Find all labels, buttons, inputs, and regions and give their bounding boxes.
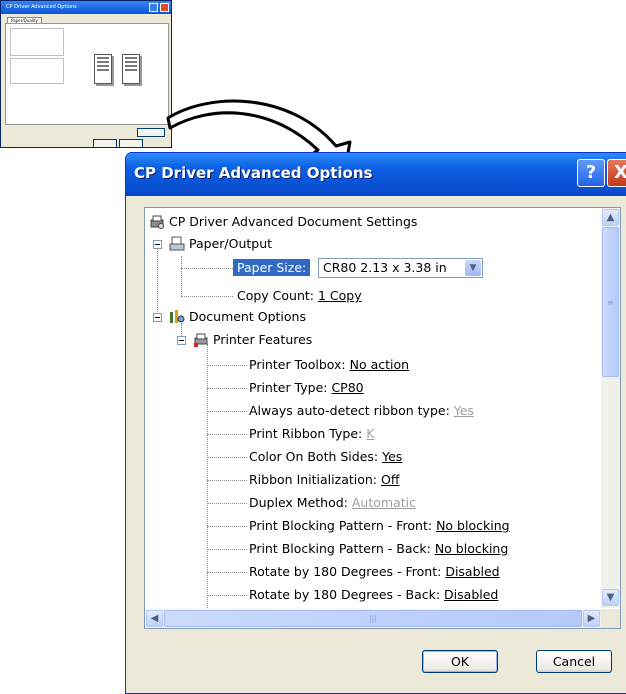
feature-label: Duplex Method: xyxy=(249,495,352,510)
paper-size-label: Paper Size: xyxy=(233,259,311,276)
chevron-down-icon[interactable]: ▼ xyxy=(602,589,619,606)
close-icon: X xyxy=(614,162,626,183)
printer-features-icon xyxy=(194,333,208,347)
tree-line xyxy=(207,411,247,412)
help-button[interactable]: ? xyxy=(577,159,605,187)
collapse-printer-features-icon[interactable] xyxy=(177,336,186,345)
paper-size-value: CR80 2.13 x 3.38 in xyxy=(323,260,447,275)
feature-print-ribbon-type[interactable]: Print Ribbon Type: K xyxy=(249,423,374,445)
vertical-scrollbar[interactable]: ▲ ≡ ▼ xyxy=(601,208,620,608)
copy-count-value[interactable]: 1 Copy xyxy=(318,288,362,303)
settings-tree[interactable]: CP Driver Advanced Document Settings Pap… xyxy=(144,207,621,629)
tree-line xyxy=(207,388,247,389)
titlebar: CP Driver Advanced Options ? X xyxy=(126,153,626,196)
feature-printer-toolbox[interactable]: Printer Toolbox: No action xyxy=(249,354,409,376)
paper-size-select[interactable]: CR80 2.13 x 3.38 in ▼ xyxy=(318,258,483,278)
feature-label: Print Blocking Pattern - Back: xyxy=(249,541,435,556)
tree-line xyxy=(181,256,182,296)
feature-value: Automatic xyxy=(351,495,416,510)
feature-value[interactable]: No blocking xyxy=(436,518,509,533)
tree-line xyxy=(207,434,247,435)
feature-value[interactable]: Yes xyxy=(382,449,402,464)
feature-label: Printer Type: xyxy=(249,380,332,395)
help-icon: ? xyxy=(585,162,597,183)
tree-line xyxy=(157,244,158,316)
tree-line xyxy=(207,503,247,504)
copy-count-label: Copy Count: xyxy=(237,288,318,303)
feature-duplex-method[interactable]: Duplex Method: Automatic xyxy=(249,492,416,514)
tree-line xyxy=(207,549,247,550)
tree-line xyxy=(181,296,233,297)
feature-label: Print Ribbon Type: xyxy=(249,426,367,441)
tree-item-document-options[interactable]: Document Options xyxy=(169,306,306,328)
feature-label: Color On Both Sides: xyxy=(249,449,383,464)
tree-item-root[interactable]: CP Driver Advanced Document Settings xyxy=(149,211,417,233)
feature-value[interactable]: Disabled xyxy=(444,587,498,602)
paper-output-icon xyxy=(169,236,185,251)
feature-value[interactable]: Off xyxy=(381,472,399,487)
chevron-up-icon[interactable]: ▲ xyxy=(602,209,619,226)
close-button[interactable]: X xyxy=(607,159,626,187)
chevron-left-icon[interactable]: ◀ xyxy=(146,610,163,627)
advanced-options-dialog: CP Driver Advanced Options ? X xyxy=(125,152,626,694)
tree-item-printer-features[interactable]: Printer Features xyxy=(193,329,312,351)
cancel-button[interactable]: Cancel xyxy=(536,650,612,673)
feature-label: Rotate by 180 Degrees - Front: xyxy=(249,564,446,579)
feature-value[interactable]: No blocking xyxy=(435,541,508,556)
chevron-down-icon[interactable]: ▼ xyxy=(465,260,481,276)
tree-line xyxy=(207,572,247,573)
dialog-title: CP Driver Advanced Options xyxy=(134,164,373,182)
tree-line xyxy=(207,457,247,458)
feature-blocking-front[interactable]: Print Blocking Pattern - Front: No block… xyxy=(249,515,510,537)
feature-auto-detect-ribbon[interactable]: Always auto-detect ribbon type: Yes xyxy=(249,400,474,422)
collapse-document-options-icon[interactable] xyxy=(153,313,162,322)
tree-rows: CP Driver Advanced Document Settings Pap… xyxy=(145,208,600,608)
printer-settings-icon xyxy=(150,215,164,229)
tree-line xyxy=(207,365,247,366)
feature-value: Yes xyxy=(453,403,474,418)
feature-label: Print Blocking Pattern - Front: xyxy=(249,518,437,533)
horizontal-scrollbar[interactable]: ◀ ||| ▶ xyxy=(145,609,601,628)
tree-item-paper-size[interactable]: Paper Size: xyxy=(233,257,311,279)
tree-line xyxy=(207,595,247,596)
feature-rotate-front[interactable]: Rotate by 180 Degrees - Front: Disabled xyxy=(249,561,500,583)
ok-button[interactable]: OK xyxy=(422,650,498,673)
tree-label-document-options: Document Options xyxy=(189,309,306,324)
feature-label: Ribbon Initialization: xyxy=(249,472,381,487)
tree-label-root: CP Driver Advanced Document Settings xyxy=(169,214,418,229)
feature-value[interactable]: CP80 xyxy=(331,380,363,395)
document-options-icon xyxy=(170,310,185,323)
chevron-right-icon[interactable]: ▶ xyxy=(583,610,600,627)
feature-value[interactable]: Disabled xyxy=(445,564,499,579)
feature-printer-type[interactable]: Printer Type: CP80 xyxy=(249,377,364,399)
vertical-scroll-thumb[interactable]: ≡ xyxy=(602,227,619,377)
collapse-paper-output-icon[interactable] xyxy=(153,240,162,249)
tree-item-paper-output[interactable]: Paper/Output xyxy=(169,233,272,255)
feature-color-both-sides[interactable]: Color On Both Sides: Yes xyxy=(249,446,402,468)
tree-label-paper-output: Paper/Output xyxy=(189,236,273,251)
horizontal-scroll-thumb[interactable]: ||| xyxy=(164,610,582,627)
tree-line xyxy=(207,480,247,481)
feature-label: Always auto-detect ribbon type: xyxy=(249,403,454,418)
feature-value: K xyxy=(366,426,375,441)
tree-label-printer-features: Printer Features xyxy=(213,332,313,347)
feature-label: Rotate by 180 Degrees - Back: xyxy=(249,587,445,602)
feature-rotate-back[interactable]: Rotate by 180 Degrees - Back: Disabled xyxy=(249,584,498,606)
feature-ribbon-initialization[interactable]: Ribbon Initialization: Off xyxy=(249,469,399,491)
feature-label: Printer Toolbox: xyxy=(249,357,350,372)
scrollbar-corner xyxy=(601,609,620,628)
tree-line xyxy=(207,344,208,608)
tree-line xyxy=(181,268,233,269)
tree-item-copy-count[interactable]: Copy Count: 1 Copy xyxy=(237,285,362,307)
feature-blocking-back[interactable]: Print Blocking Pattern - Back: No blocki… xyxy=(249,538,508,560)
tree-line xyxy=(207,526,247,527)
feature-value[interactable]: No action xyxy=(350,357,409,372)
